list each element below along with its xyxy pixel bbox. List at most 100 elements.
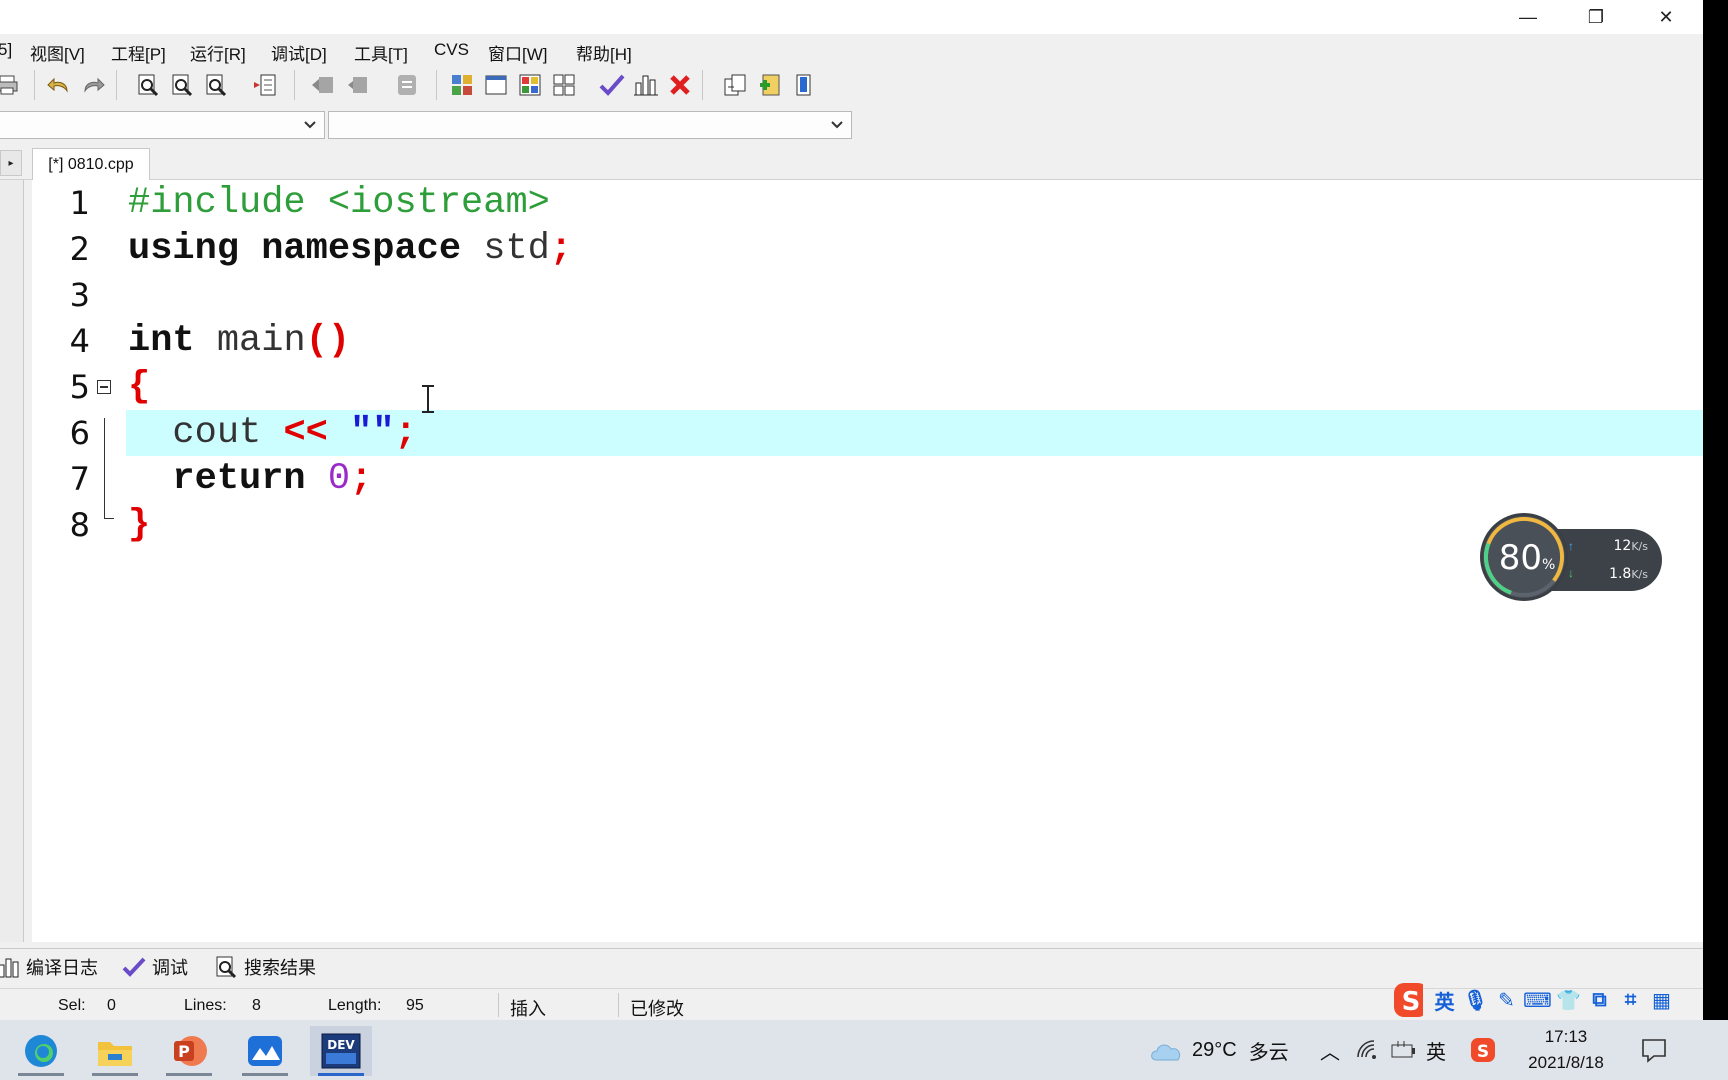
weather-temp: 29°C: [1192, 1038, 1237, 1061]
code-line[interactable]: 2 using namespace std;: [32, 226, 1703, 272]
code-text: {: [128, 364, 150, 410]
add-file-button[interactable]: [720, 70, 750, 100]
print-button[interactable]: [0, 70, 22, 100]
download-speed-value: 1.8: [1609, 566, 1632, 582]
member-combo[interactable]: [328, 111, 852, 139]
skin-shirt-icon[interactable]: 👕: [1553, 985, 1584, 1015]
bottom-panel-tabs: 编译日志 调试 搜索结果: [0, 948, 1703, 982]
menu-item-window[interactable]: 窗口[W]: [488, 40, 548, 65]
layout-button[interactable]: [549, 70, 579, 100]
bookmark-icon: [398, 75, 416, 95]
restore-icon: ❐: [1587, 6, 1605, 27]
toolbox-grid-icon[interactable]: ▦: [1646, 985, 1677, 1015]
tray-ime-indicator[interactable]: 英: [1426, 1020, 1446, 1080]
toggle-bookmark-button[interactable]: [392, 70, 422, 100]
ime-lang-toggle[interactable]: 英: [1429, 985, 1460, 1015]
tab-label: 搜索结果: [244, 958, 316, 978]
menu-item-prev[interactable]: 5]: [0, 40, 12, 60]
code-line[interactable]: 4 int main(): [32, 318, 1703, 364]
window-button[interactable]: [481, 70, 511, 100]
taskbar-file-explorer-app[interactable]: [84, 1026, 146, 1076]
pen-icon[interactable]: ✎: [1491, 985, 1522, 1015]
network-monitor-widget[interactable]: ↑ 12K/s ↓ 1.8K/s 80%: [1480, 513, 1662, 601]
menu-item-project[interactable]: 工程[P]: [111, 40, 166, 65]
menu-item-cvs[interactable]: CVS: [434, 40, 469, 60]
find-in-files-icon: [206, 74, 227, 97]
wifi-status[interactable]: [1356, 1020, 1380, 1080]
goto-line-button[interactable]: [250, 70, 280, 100]
prev-bookmark-button[interactable]: [308, 70, 338, 100]
tray-sogou[interactable]: S: [1470, 1020, 1496, 1080]
taskbar-photos-app[interactable]: [234, 1026, 296, 1076]
menu-item-tools[interactable]: 工具[T]: [354, 40, 408, 65]
download-speed-unit: K/s: [1631, 568, 1648, 581]
redo-button[interactable]: [78, 70, 108, 100]
show-hidden-icons-button[interactable]: ︿: [1320, 1020, 1340, 1080]
length-label: Length:: [328, 997, 382, 1014]
identifier: std: [461, 228, 550, 270]
weather-widget[interactable]: 29°C 多云: [1148, 1020, 1289, 1080]
add-to-project-button[interactable]: [754, 70, 784, 100]
code-line[interactable]: 1 #include <iostream>: [32, 180, 1703, 226]
toolbar-separator: [116, 70, 117, 100]
clock-time: 17:13: [1544, 1027, 1588, 1046]
taskbar-edge-app[interactable]: [10, 1026, 72, 1076]
gauge-percent: 80%: [1483, 538, 1571, 578]
fold-collapse-icon[interactable]: [97, 380, 111, 394]
code-line[interactable]: 5 {: [32, 364, 1703, 410]
translate-icon[interactable]: ⧉: [1584, 985, 1615, 1015]
code-line[interactable]: 3: [32, 272, 1703, 318]
line-number: 1: [69, 184, 90, 222]
keyboard-icon[interactable]: ⌨: [1522, 985, 1553, 1015]
code-line[interactable]: 7 return 0;: [32, 456, 1703, 502]
string-literal: "": [327, 412, 395, 454]
redo-icon: [84, 77, 105, 93]
check-icon: [599, 74, 625, 96]
tab-compile-log[interactable]: 编译日志: [0, 953, 98, 981]
next-bookmark-button[interactable]: [342, 70, 372, 100]
menu-item-debug[interactable]: 调试[D]: [271, 40, 327, 65]
menu-item-help[interactable]: 帮助[H]: [576, 40, 632, 65]
restore-button[interactable]: ❐: [1566, 0, 1626, 34]
new-project-button[interactable]: [447, 70, 477, 100]
find-button[interactable]: [133, 70, 163, 100]
find-in-files-button[interactable]: [201, 70, 231, 100]
menu-item-view[interactable]: 视图[V]: [30, 40, 85, 65]
replace-button[interactable]: [167, 70, 197, 100]
undo-button[interactable]: [44, 70, 74, 100]
sogou-logo-icon[interactable]: S: [1392, 983, 1423, 1017]
power-status[interactable]: [1390, 1020, 1416, 1080]
crop-icon[interactable]: ⌗: [1615, 985, 1646, 1015]
powerpoint-icon: P: [174, 1036, 207, 1066]
fold-guide-end: [104, 518, 114, 519]
taskbar-powerpoint-app[interactable]: P: [158, 1026, 220, 1076]
system-clock[interactable]: 17:13 2021/8/18: [1508, 1024, 1624, 1076]
minimize-button[interactable]: —: [1498, 0, 1558, 34]
remove-from-project-button[interactable]: [788, 70, 818, 100]
code-editor[interactable]: 1 #include <iostream> 2 using namespace …: [32, 180, 1703, 942]
project-panel-collapsed[interactable]: [0, 180, 24, 942]
code-line[interactable]: 8 }: [32, 502, 1703, 548]
taskbar-devcpp-app[interactable]: DEV: [310, 1026, 372, 1076]
notification-center-button[interactable]: [1640, 1020, 1668, 1080]
check-icon: [122, 957, 146, 977]
devcpp-icon: DEV: [321, 1033, 361, 1069]
combo-row: [0, 106, 1703, 144]
tab-search-results[interactable]: 搜索结果: [214, 953, 316, 981]
bar-chart-icon: [0, 958, 19, 978]
microphone-icon[interactable]: 🎙: [1460, 985, 1491, 1015]
running-indicator: [242, 1073, 288, 1076]
class-combo[interactable]: [0, 111, 325, 139]
chart-button[interactable]: [631, 70, 661, 100]
compile-button[interactable]: [597, 70, 627, 100]
panel-toggle-button[interactable]: ▸: [0, 150, 22, 176]
tab-0810-cpp[interactable]: [*] 0810.cpp: [32, 148, 150, 180]
close-button[interactable]: ✕: [1636, 0, 1696, 34]
svg-text:P: P: [178, 1042, 190, 1061]
tab-debug[interactable]: 调试: [122, 953, 188, 981]
menu-item-run[interactable]: 运行[R]: [190, 40, 246, 65]
code-line-current[interactable]: 6 cout << "";: [32, 410, 1703, 456]
running-indicator: [318, 1073, 364, 1076]
stop-button[interactable]: [665, 70, 695, 100]
class-browser-button[interactable]: [515, 70, 545, 100]
